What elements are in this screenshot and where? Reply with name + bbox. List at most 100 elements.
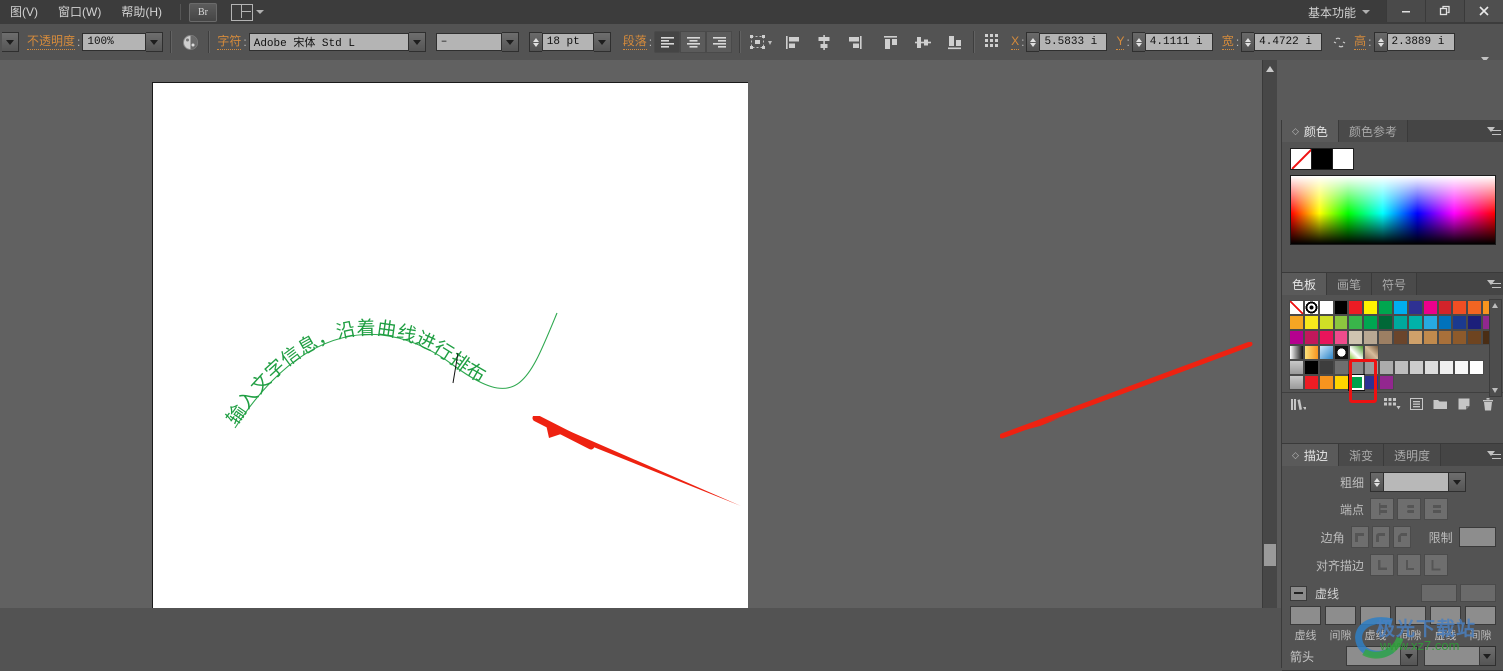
tab-transparency[interactable]: 透明度 xyxy=(1384,444,1441,466)
dash-value-input[interactable] xyxy=(1430,606,1461,625)
minimize-button[interactable] xyxy=(1386,0,1425,22)
swatch-cell[interactable] xyxy=(1304,330,1319,345)
new-swatch-icon[interactable] xyxy=(1454,395,1474,413)
swatch-libraries-icon[interactable] xyxy=(1288,395,1308,413)
y-stepper[interactable] xyxy=(1132,32,1145,52)
x-stepper[interactable] xyxy=(1026,32,1039,52)
swatch-cell[interactable] xyxy=(1408,300,1423,315)
workspace-switcher[interactable]: 基本功能 xyxy=(1300,3,1378,21)
swatch-cell[interactable] xyxy=(1348,315,1363,330)
swatch-cell[interactable] xyxy=(1334,315,1349,330)
tab-brushes[interactable]: 画笔 xyxy=(1327,273,1372,295)
dash-value-input[interactable] xyxy=(1325,606,1356,625)
align-center-icon[interactable] xyxy=(680,31,706,53)
swatch-cell[interactable] xyxy=(1423,315,1438,330)
align-stroke-outside-icon[interactable] xyxy=(1424,554,1448,576)
swatch-cell[interactable] xyxy=(1452,315,1467,330)
vertical-align-bottom-icon[interactable] xyxy=(944,32,966,52)
horizontal-align-right-icon[interactable] xyxy=(844,32,866,52)
swatch-cell[interactable] xyxy=(1334,360,1349,375)
swatch-cell[interactable] xyxy=(1334,375,1349,390)
swatch-cell[interactable] xyxy=(1319,330,1334,345)
swatch-cell[interactable] xyxy=(1423,330,1438,345)
swatch-cell[interactable] xyxy=(1424,360,1439,375)
canvas-vertical-scrollbar[interactable] xyxy=(1262,60,1277,608)
menu-help[interactable]: 帮助(H) xyxy=(111,0,172,24)
font-size-stepper[interactable] xyxy=(529,32,542,52)
close-button[interactable] xyxy=(1464,0,1503,22)
horizontal-align-left-icon[interactable] xyxy=(782,32,804,52)
swatch-cell[interactable] xyxy=(1334,345,1349,360)
swatch-cell[interactable] xyxy=(1379,375,1394,390)
swatch-cell[interactable] xyxy=(1467,330,1482,345)
swatch-cell[interactable] xyxy=(1423,300,1438,315)
round-join-icon[interactable] xyxy=(1372,526,1390,548)
bridge-button[interactable]: Br xyxy=(189,3,217,22)
stroke-style-dropdown[interactable] xyxy=(2,32,19,52)
swatch-cell[interactable] xyxy=(1394,360,1409,375)
tab-color[interactable]: ◇ 颜色 xyxy=(1282,120,1339,142)
miter-limit-input[interactable] xyxy=(1459,527,1496,547)
swatch-cell[interactable] xyxy=(1319,300,1334,315)
swatch-cell[interactable] xyxy=(1348,330,1363,345)
stroke-weight-stepper[interactable] xyxy=(1370,472,1383,492)
bevel-join-icon[interactable] xyxy=(1393,526,1411,548)
white-swatch[interactable] xyxy=(1333,148,1354,170)
swatch-cell[interactable] xyxy=(1304,375,1319,390)
align-right-icon[interactable] xyxy=(706,31,732,53)
align-left-icon[interactable] xyxy=(654,31,680,53)
swatch-cell[interactable] xyxy=(1393,330,1408,345)
round-cap-icon[interactable] xyxy=(1397,498,1421,520)
swatch-cell[interactable] xyxy=(1379,360,1394,375)
canvas-area[interactable]: 输入文字信息，沿着曲线进行排布 xyxy=(0,60,1262,608)
swatches-panel-menu-icon[interactable] xyxy=(1487,278,1501,292)
dash-value-input[interactable] xyxy=(1465,606,1496,625)
swatch-cell[interactable] xyxy=(1319,345,1334,360)
swatch-cell[interactable] xyxy=(1467,300,1482,315)
width-input[interactable]: 4.4722 i xyxy=(1254,33,1322,51)
scroll-up-icon[interactable] xyxy=(1492,303,1498,308)
font-size-dropdown-icon[interactable] xyxy=(594,32,611,52)
font-size-input[interactable]: 18 pt xyxy=(542,33,594,51)
color-spectrum-ramp[interactable] xyxy=(1290,175,1496,245)
opacity-dropdown-icon[interactable] xyxy=(146,32,163,52)
swatch-cell[interactable] xyxy=(1363,330,1378,345)
swatch-cell[interactable] xyxy=(1319,315,1334,330)
dash-value-input[interactable] xyxy=(1395,606,1426,625)
opacity-mask-icon[interactable] xyxy=(179,32,201,52)
stroke-panel-menu-icon[interactable] xyxy=(1487,449,1501,463)
width-stepper[interactable] xyxy=(1241,32,1254,52)
paragraph-label[interactable]: 段落 xyxy=(623,34,647,50)
font-style-dropdown-icon[interactable] xyxy=(502,32,519,52)
delete-swatch-icon[interactable] xyxy=(1478,395,1498,413)
swatch-cell[interactable] xyxy=(1363,315,1378,330)
swatch-cell[interactable] xyxy=(1304,360,1319,375)
scroll-up-icon[interactable] xyxy=(1266,66,1274,72)
swatch-cell[interactable] xyxy=(1364,360,1379,375)
swatch-cell[interactable] xyxy=(1304,315,1319,330)
character-label[interactable]: 字符 xyxy=(217,34,241,50)
swatch-cell[interactable] xyxy=(1364,375,1379,390)
height-input[interactable]: 2.3889 i xyxy=(1387,33,1455,51)
swatch-cell[interactable] xyxy=(1319,360,1334,375)
align-stroke-inside-icon[interactable] xyxy=(1397,554,1421,576)
swatch-cell[interactable] xyxy=(1363,300,1378,315)
scroll-down-icon[interactable] xyxy=(1492,388,1498,393)
none-swatch[interactable] xyxy=(1290,148,1312,170)
dash-value-input[interactable] xyxy=(1360,606,1391,625)
swatch-cell[interactable] xyxy=(1348,300,1363,315)
opacity-label[interactable]: 不透明度 xyxy=(27,34,75,50)
color-panel-menu-icon[interactable] xyxy=(1487,125,1501,139)
swatch-cell[interactable] xyxy=(1334,330,1349,345)
miter-join-icon[interactable] xyxy=(1351,526,1369,548)
swatch-cell[interactable] xyxy=(1289,375,1304,390)
font-style-input[interactable]: – xyxy=(436,33,502,51)
swatch-cell[interactable] xyxy=(1349,345,1364,360)
stroke-weight-dropdown-icon[interactable] xyxy=(1449,472,1466,492)
font-family-input[interactable]: Adobe 宋体 Std L xyxy=(249,33,409,51)
align-stroke-center-icon[interactable] xyxy=(1370,554,1394,576)
swatch-cell[interactable] xyxy=(1467,315,1482,330)
transform-panel-icon[interactable] xyxy=(982,32,1006,52)
black-swatch[interactable] xyxy=(1312,148,1333,170)
swatch-cell[interactable] xyxy=(1438,315,1453,330)
